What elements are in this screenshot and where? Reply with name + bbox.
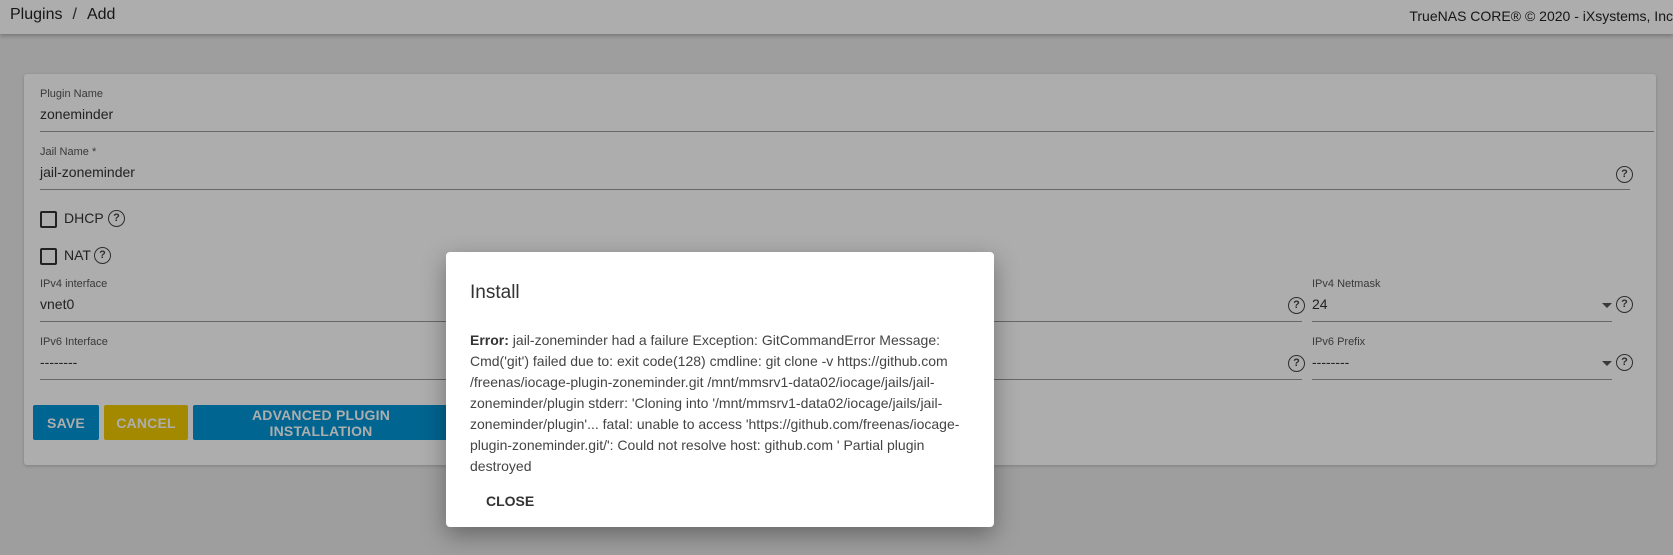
close-button[interactable]: CLOSE <box>486 493 534 509</box>
error-label: Error: <box>470 332 509 348</box>
error-text: jail-zoneminder had a failure Exception:… <box>470 332 960 474</box>
dialog-title: Install <box>470 282 520 303</box>
install-error-dialog: Install Error: jail-zoneminder had a fai… <box>446 252 994 527</box>
dialog-message: Error: jail-zoneminder had a failure Exc… <box>470 330 975 477</box>
